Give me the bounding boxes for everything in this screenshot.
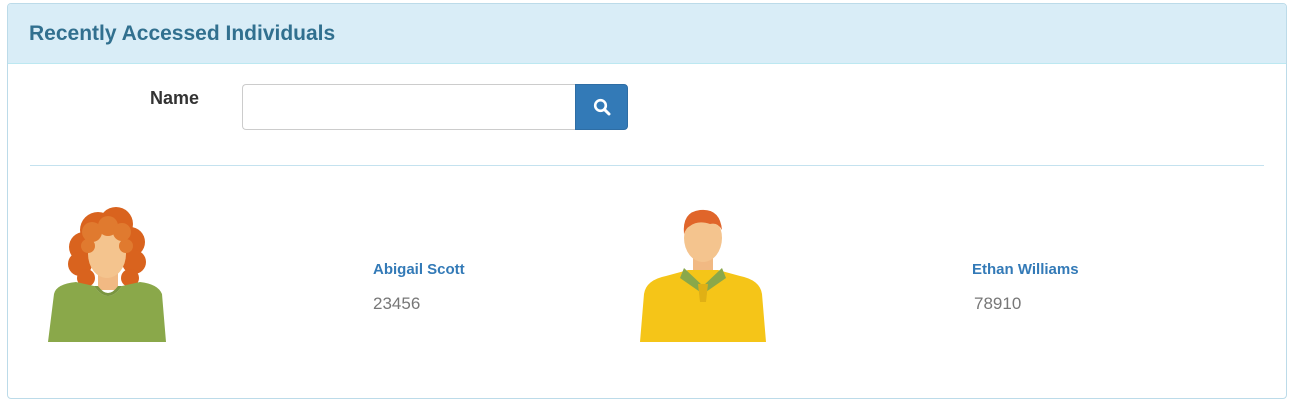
panel-heading: Recently Accessed Individuals [8, 4, 1286, 64]
male-avatar-icon [638, 202, 768, 342]
name-label: Name [150, 88, 200, 108]
panel-title: Recently Accessed Individuals [29, 21, 336, 45]
person-id: 23456 [373, 294, 421, 313]
recent-individuals-panel: Recently Accessed Individuals Name Abiga… [7, 3, 1287, 399]
search-icon [593, 98, 610, 116]
person-name-link[interactable]: Ethan Williams [972, 261, 1079, 278]
divider [30, 165, 1264, 166]
person-id: 78910 [974, 294, 1022, 313]
person-name-link[interactable]: Abigail Scott [373, 261, 465, 278]
female-avatar-icon [46, 202, 176, 342]
search-button[interactable] [575, 84, 628, 130]
search-form: Name [8, 64, 1286, 164]
search-group [242, 84, 628, 130]
name-search-input[interactable] [242, 84, 575, 130]
